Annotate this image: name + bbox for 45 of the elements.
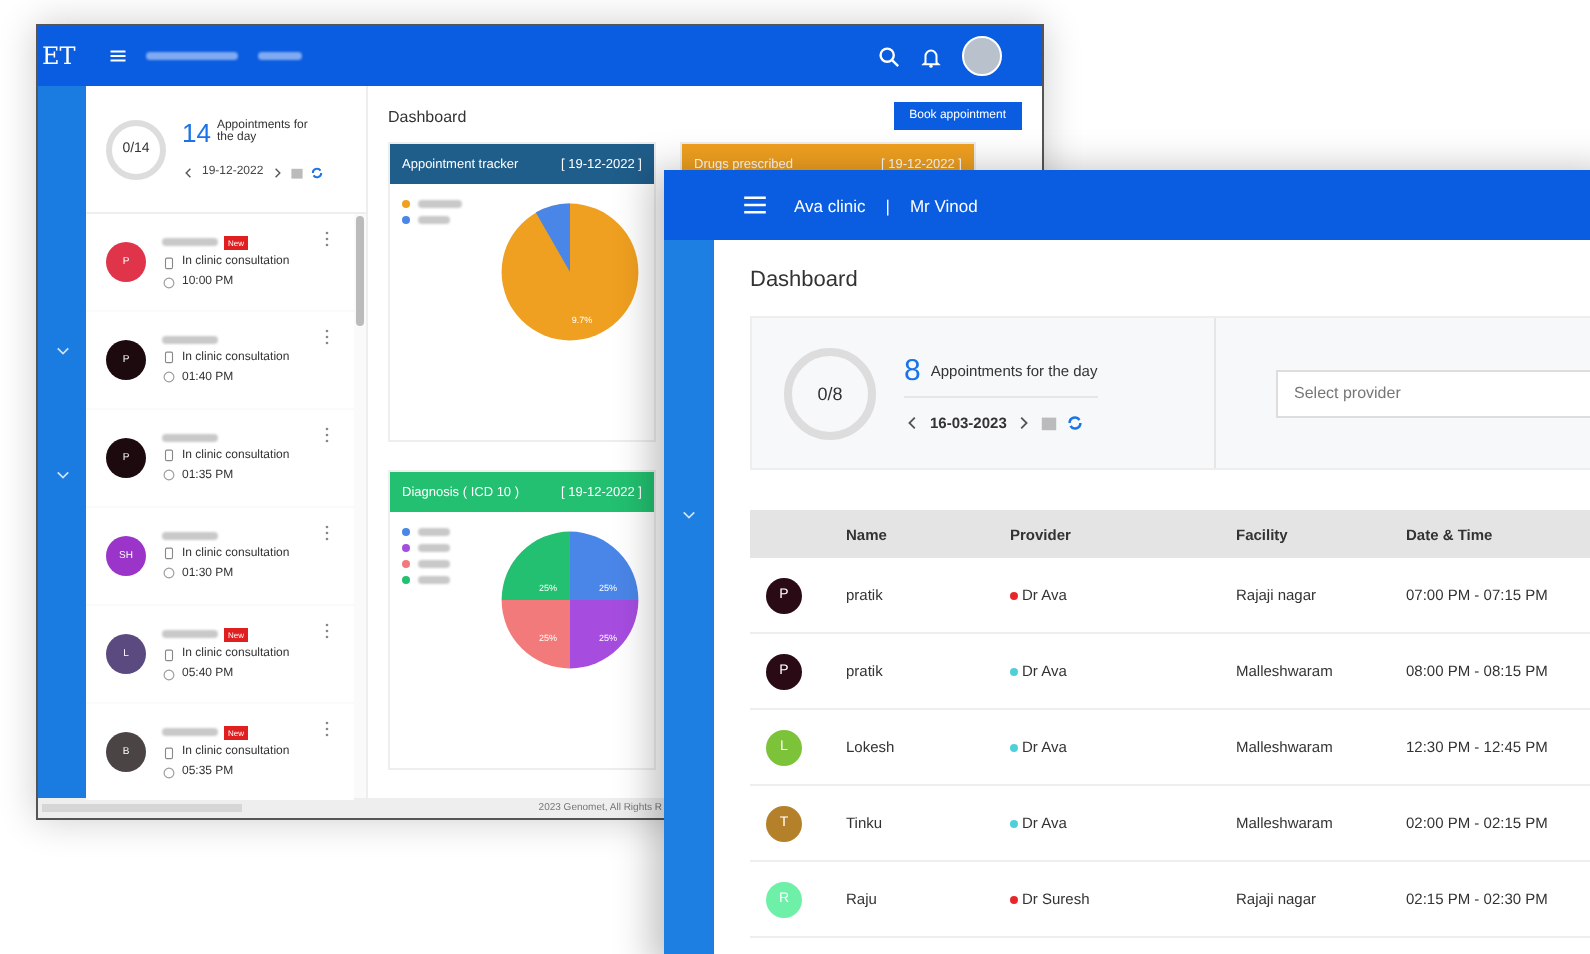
clinic-name: Ava clinic [794, 195, 866, 215]
blurred-text [162, 630, 218, 638]
chevron-right-icon[interactable] [269, 165, 284, 179]
blurred-text [146, 52, 238, 60]
menu-icon[interactable] [110, 50, 126, 62]
menu-icon[interactable] [744, 196, 766, 214]
appointment-count: 14 [182, 119, 211, 145]
page-title: Dashboard [388, 107, 467, 125]
clipboard-icon [162, 448, 176, 462]
scrollbar[interactable] [356, 216, 364, 326]
user-avatar[interactable] [962, 36, 1002, 76]
clipboard-icon [162, 546, 176, 560]
page-title: Dashboard [750, 268, 860, 292]
clipboard-icon [162, 350, 176, 364]
blurred-text [162, 336, 218, 344]
chevron-down-icon[interactable] [56, 470, 70, 480]
clipboard-icon [162, 745, 176, 759]
progress-ring: 0/8 [784, 347, 876, 439]
blurred-text [418, 544, 450, 552]
refresh-icon[interactable] [309, 165, 324, 179]
chevron-down-icon[interactable] [56, 346, 70, 356]
chevron-left-icon[interactable] [182, 165, 196, 179]
blurred-text [162, 238, 218, 246]
blurred-text [418, 200, 462, 208]
separator-text: | [885, 195, 890, 215]
clipboard-icon [162, 647, 176, 661]
blurred-text [418, 560, 450, 568]
blurred-text [418, 576, 450, 584]
blurred-text [162, 728, 218, 736]
bell-icon[interactable] [920, 45, 942, 67]
blurred-text [162, 532, 218, 540]
provider-select[interactable]: Select provider [1276, 369, 1590, 417]
blurred-text [162, 434, 218, 442]
clipboard-icon [162, 255, 176, 269]
chevron-down-icon[interactable] [682, 510, 696, 520]
blurred-text [418, 216, 450, 224]
pie-chart-drawing [498, 528, 642, 672]
refresh-icon[interactable] [1066, 414, 1085, 432]
user-name: Mr Vinod [909, 195, 978, 215]
pie-chart-drawing [498, 200, 642, 344]
blurred-text [418, 528, 450, 536]
app-logo: ET [40, 42, 78, 70]
appointment-count: 8 [904, 354, 921, 388]
search-icon[interactable] [878, 45, 900, 67]
blurred-text [258, 52, 302, 60]
